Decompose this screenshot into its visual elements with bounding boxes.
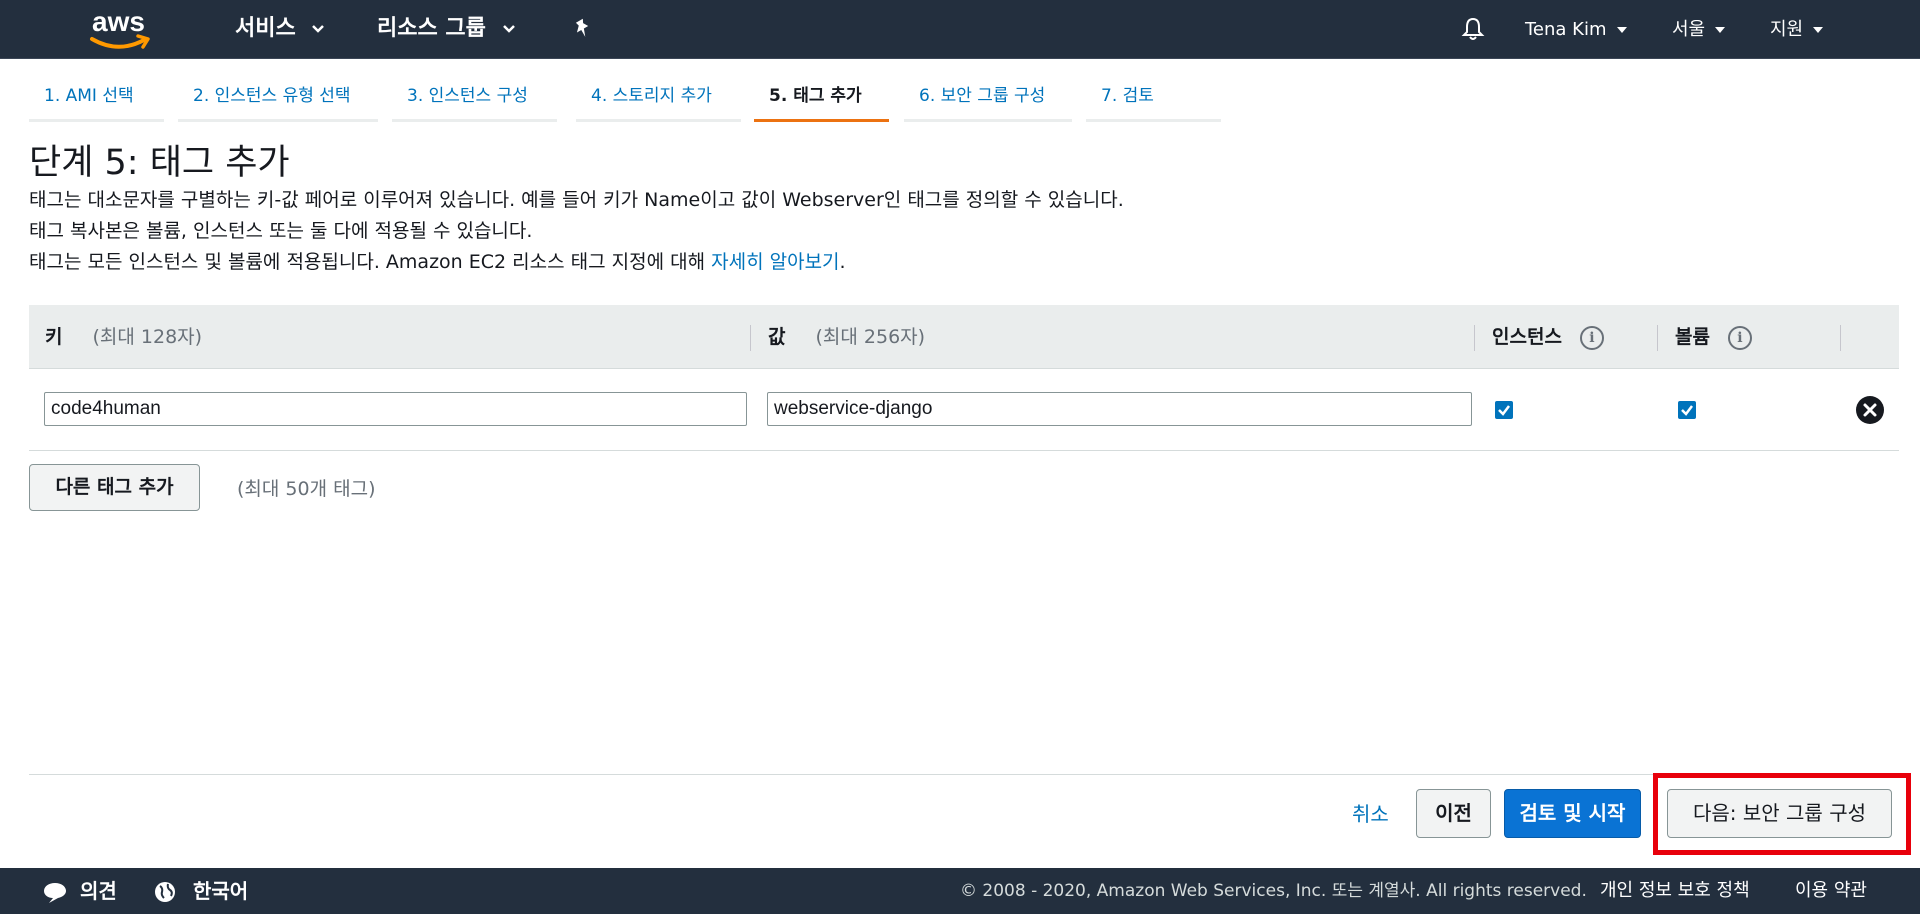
region-label: 서울: [1672, 19, 1706, 40]
copyright-text: © 2008 - 2020, Amazon Web Services, Inc.…: [960, 881, 1587, 901]
instances-checkbox[interactable]: [1495, 401, 1513, 419]
column-key: 키 (최대 128자): [45, 305, 202, 369]
previous-button[interactable]: 이전: [1416, 789, 1491, 838]
caret-down-icon: [1616, 27, 1627, 33]
services-label: 서비스: [235, 16, 296, 41]
footer-bar: 의견 한국어 © 2008 - 2020, Amazon Web Service…: [0, 868, 1920, 914]
column-divider: [1657, 325, 1658, 351]
step-security-group[interactable]: 6. 보안 그룹 구성: [904, 82, 1072, 122]
step-storage[interactable]: 4. 스토리지 추가: [576, 82, 741, 122]
step-add-tags[interactable]: 5. 태그 추가: [754, 82, 889, 122]
cancel-link[interactable]: 취소: [1352, 798, 1389, 827]
column-key-hint: (최대 128자): [92, 326, 203, 348]
caret-down-icon: [1715, 27, 1726, 33]
column-divider: [1840, 325, 1841, 351]
remove-tag-button[interactable]: [1856, 396, 1884, 424]
description-line-2: 태그 복사본은 볼륨, 인스턴스 또는 둘 다에 적용될 수 있습니다.: [29, 220, 533, 242]
support-label: 지원: [1770, 19, 1804, 40]
user-label: Tena Kim: [1525, 19, 1607, 40]
column-value: 값 (최대 256자): [768, 305, 925, 369]
column-divider: [1474, 325, 1475, 351]
info-icon[interactable]: i: [1579, 325, 1604, 350]
description-line-3: 태그는 모든 인스턴스 및 볼륨에 적용됩니다. Amazon EC2 리소스 …: [29, 247, 846, 274]
column-instances-label: 인스턴스: [1492, 326, 1562, 348]
column-key-label: 키: [45, 326, 63, 348]
globe-icon: [155, 882, 175, 902]
column-value-label: 값: [768, 326, 786, 348]
aws-logo[interactable]: aws: [88, 6, 158, 50]
bell-icon[interactable]: [1461, 16, 1485, 42]
top-navigation-bar: aws 서비스 리소스 그룹 Tena Kim 서울 지원: [0, 0, 1920, 59]
page-title: 단계 5: 태그 추가: [29, 143, 290, 183]
column-volumes: 볼륨 i: [1675, 305, 1752, 369]
learn-more-link[interactable]: 자세히 알아보기: [711, 251, 839, 273]
column-volumes-label: 볼륨: [1675, 326, 1710, 348]
checkmark-icon: [1498, 405, 1510, 416]
description-line-3-text: 태그는 모든 인스턴스 및 볼륨에 적용됩니다. Amazon EC2 리소스 …: [29, 251, 706, 273]
description-line-1: 태그는 대소문자를 구별하는 키-값 페어로 이루어져 있습니다. 예를 들어 …: [29, 189, 1124, 211]
tag-value-input[interactable]: webservice-django: [767, 392, 1472, 426]
column-divider: [750, 325, 751, 351]
terms-link[interactable]: 이용 약관: [1795, 868, 1867, 914]
region-menu[interactable]: 서울: [1672, 16, 1726, 44]
tags-table-header: 키 (최대 128자) 값 (최대 256자) 인스턴스 i 볼륨 i: [29, 305, 1899, 369]
table-row: code4human webservice-django: [29, 369, 1899, 451]
services-menu[interactable]: 서비스: [235, 14, 325, 44]
support-menu[interactable]: 지원: [1770, 16, 1824, 44]
pin-icon[interactable]: [572, 18, 594, 40]
divider: [29, 774, 1899, 775]
tag-key-input[interactable]: code4human: [44, 392, 747, 426]
aws-smile-icon: [90, 34, 150, 49]
max-tags-hint: (최대 50개 태그): [237, 478, 376, 500]
speech-bubble-icon: [44, 883, 66, 903]
column-value-hint: (최대 256자): [815, 326, 926, 348]
step-ami[interactable]: 1. AMI 선택: [29, 82, 164, 122]
caret-down-icon: [1813, 27, 1824, 33]
chevron-down-icon: [502, 25, 515, 33]
chevron-down-icon: [312, 25, 325, 33]
language-selector[interactable]: 한국어: [193, 868, 248, 914]
add-tag-button[interactable]: 다른 태그 추가: [29, 464, 200, 511]
step-instance-type[interactable]: 2. 인스턴스 유형 선택: [178, 82, 378, 122]
description-period: .: [839, 251, 846, 273]
remove-icon: [1863, 403, 1877, 417]
column-instances: 인스턴스 i: [1492, 305, 1604, 369]
user-menu[interactable]: Tena Kim: [1525, 16, 1627, 44]
review-and-launch-button[interactable]: 검토 및 시작: [1504, 789, 1641, 838]
feedback-link[interactable]: 의견: [80, 868, 117, 914]
privacy-policy-link[interactable]: 개인 정보 보호 정책: [1600, 868, 1750, 914]
resource-groups-menu[interactable]: 리소스 그룹: [377, 14, 516, 44]
red-highlight-box: [1653, 773, 1911, 855]
checkmark-icon: [1681, 405, 1693, 416]
resource-groups-label: 리소스 그룹: [377, 16, 486, 41]
step-review[interactable]: 7. 검토: [1086, 82, 1221, 122]
info-icon[interactable]: i: [1727, 325, 1752, 350]
volumes-checkbox[interactable]: [1678, 401, 1696, 419]
step-instance-config[interactable]: 3. 인스턴스 구성: [392, 82, 557, 122]
